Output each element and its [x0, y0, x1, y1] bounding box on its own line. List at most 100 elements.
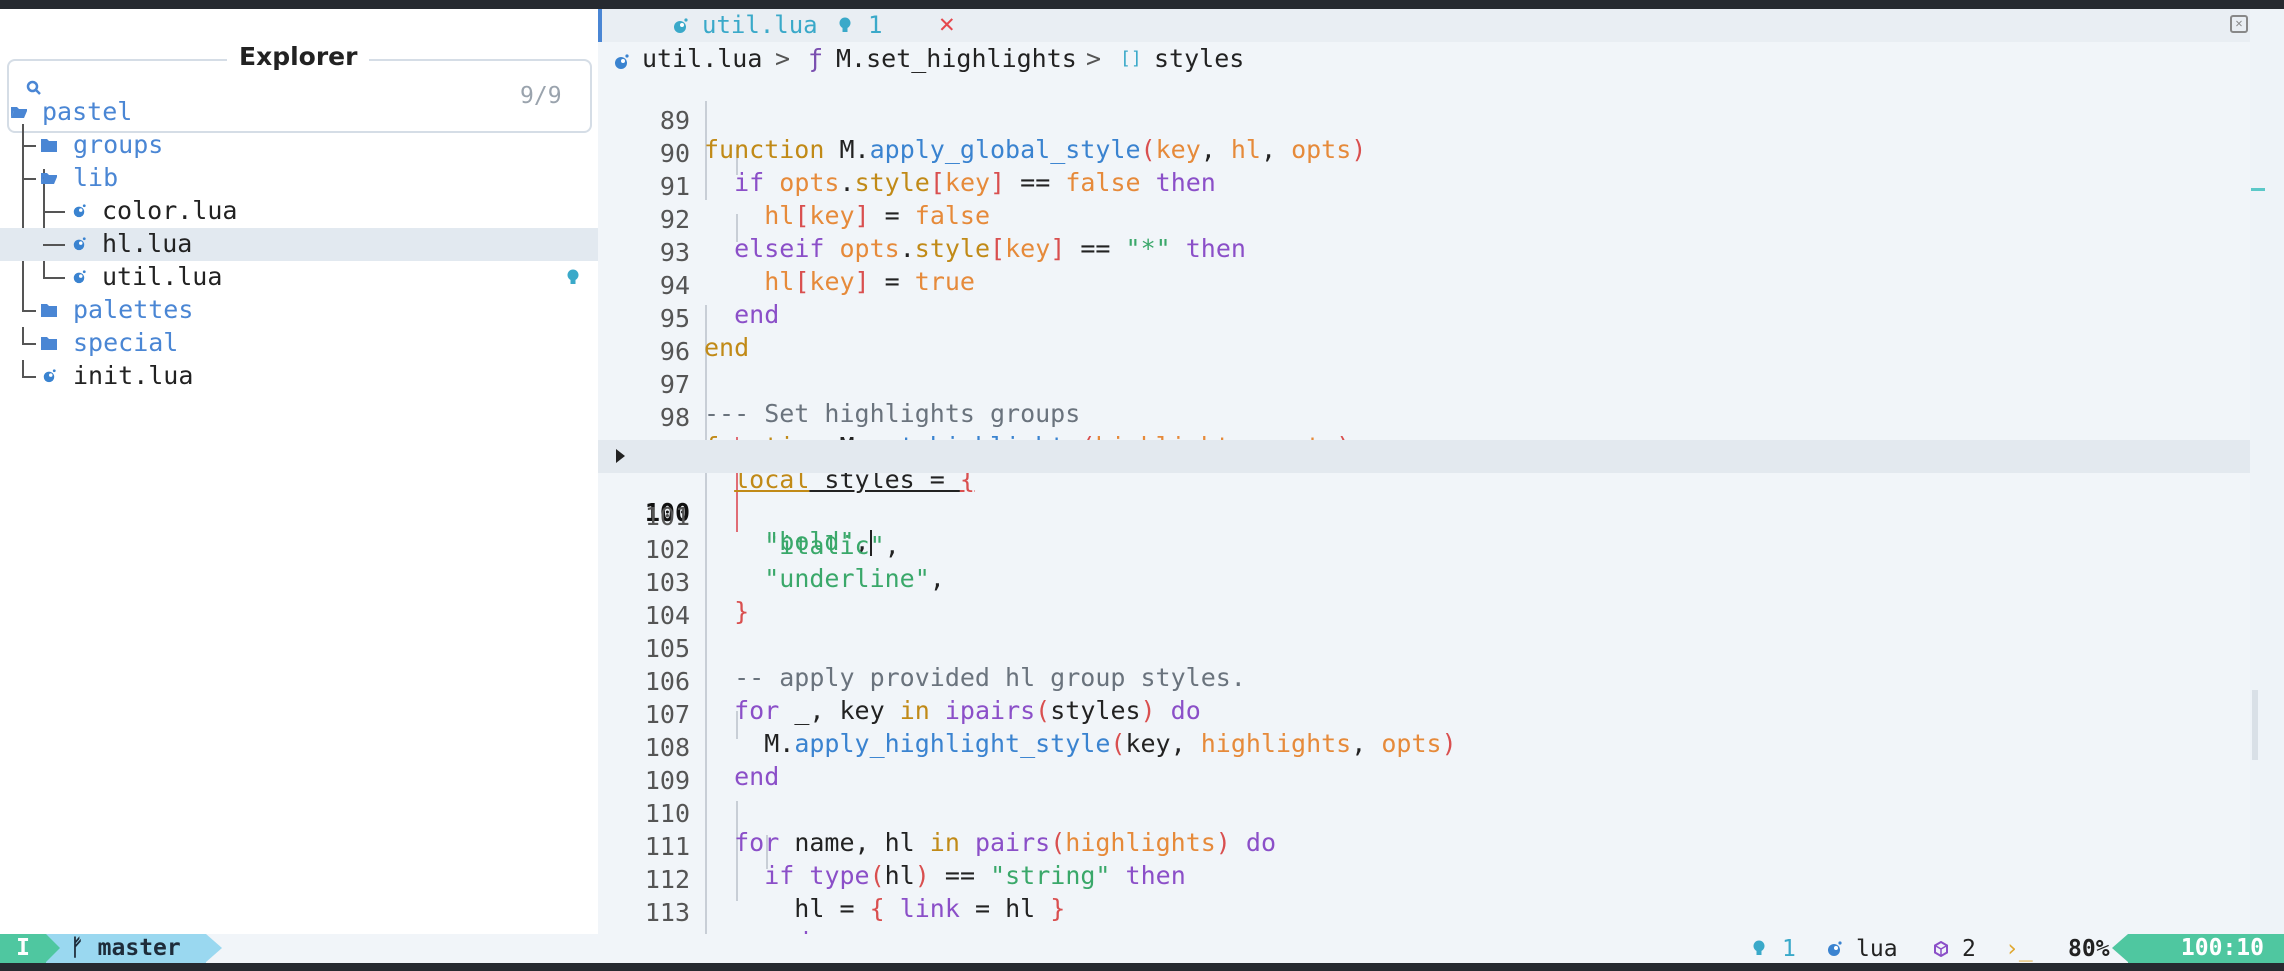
tree-item-color-lua[interactable]: color.lua: [0, 195, 598, 228]
breadcrumb-file[interactable]: util.lua: [642, 44, 762, 73]
folder-open-icon: [11, 107, 27, 118]
code-line[interactable]: 103 }: [598, 539, 2250, 626]
lua-file-icon: [73, 237, 86, 251]
filetype[interactable]: lua: [1856, 936, 1898, 962]
window-close-button[interactable]: ✕: [2230, 15, 2248, 33]
breadcrumb-function[interactable]: M.set_highlights: [836, 44, 1077, 73]
separator-arrow: [46, 934, 60, 962]
code-line[interactable]: 99 local styles = {: [598, 407, 2250, 494]
tab-close-button[interactable]: ✕: [939, 9, 955, 39]
code-line[interactable]: 111 if type(hl) == "string" then: [598, 803, 2250, 890]
tree-item-label: groups: [73, 130, 164, 159]
scrollbar[interactable]: [2250, 9, 2284, 934]
top-border: [0, 0, 2284, 9]
code-line[interactable]: 113 end: [598, 869, 2250, 956]
tree-item-special[interactable]: special: [0, 327, 598, 360]
hint-icon: [839, 17, 851, 32]
breadcrumb-variable[interactable]: styles: [1154, 44, 1244, 73]
breadcrumb: util.lua > ƒ M.set_highlights > [] style…: [598, 44, 1244, 77]
code-editor[interactable]: util.lua 1 ✕ ✕ util.lua > ƒ M.set_highli…: [598, 9, 2250, 960]
code-line[interactable]: 107 M.apply_highlight_style(key, highlig…: [598, 671, 2250, 758]
tree-guide: [22, 310, 36, 312]
function-icon: ƒ: [808, 44, 824, 73]
tree-guide: [22, 178, 36, 180]
folder-open-icon: [41, 173, 57, 184]
lua-file-icon: [674, 18, 688, 33]
tree-item-init-lua[interactable]: init.lua: [0, 360, 598, 393]
code-line[interactable]: 91 hl[key] = false: [598, 143, 2250, 230]
tree-item-label: palettes: [73, 295, 194, 324]
bottom-border: [0, 963, 2284, 971]
code-line[interactable]: 112 hl = { link = hl }: [598, 836, 2250, 923]
code-line[interactable]: 102 "underline",: [598, 506, 2250, 593]
tree-guide: [43, 277, 65, 279]
code-line[interactable]: 105 -- apply provided hl group styles.: [598, 605, 2250, 692]
tree-item-label: hl.lua: [102, 229, 193, 258]
code-line[interactable]: 95 end: [598, 275, 2250, 362]
code-line[interactable]: 92 elseif opts.style[key] == "*" then: [598, 176, 2250, 263]
tree-item-groups[interactable]: groups: [0, 129, 598, 162]
statusline: I ᚠ master 1 lua 2 ›_ 80% 100:10: [0, 934, 2284, 963]
code-line[interactable]: 90 if opts.style[key] == false then: [598, 110, 2250, 197]
tree-item-label: special: [73, 328, 179, 357]
lua-file-icon: [73, 204, 86, 218]
active-tab-marker: [598, 9, 602, 42]
hint-count[interactable]: 1: [1782, 936, 1796, 962]
tree-item-label: color.lua: [102, 196, 238, 225]
code-line[interactable]: 94 end: [598, 242, 2250, 329]
explorer-title: Explorer: [227, 42, 370, 71]
tree-item-label: init.lua: [73, 361, 194, 390]
cursor-position: 100:10: [2128, 934, 2284, 963]
code-line[interactable]: 96: [598, 308, 2250, 366]
array-icon: []: [1120, 48, 1142, 69]
tree-item-pastel[interactable]: pastel: [0, 96, 598, 129]
lsp-client-count[interactable]: 2: [1962, 936, 1976, 962]
tab-diagnostic-count: 1: [868, 11, 883, 39]
breadcrumb-separator: >: [1086, 44, 1102, 73]
tree-item-hl-lua[interactable]: hl.lua: [0, 228, 598, 261]
tree-guide: [22, 294, 24, 311]
git-branch[interactable]: ᚠ master: [46, 934, 206, 963]
tree-item-palettes[interactable]: palettes: [0, 294, 598, 327]
code-line[interactable]: 101 "italic",: [598, 473, 2250, 560]
code-line[interactable]: 106 for _, key in ipairs(styles) do: [598, 638, 2250, 725]
code-line[interactable]: 89 function M.apply_global_style(key, hl…: [598, 77, 2250, 164]
scrollbar-thumb[interactable]: [2252, 690, 2258, 760]
git-branch-label: master: [97, 935, 181, 961]
tree-guide: [22, 343, 36, 345]
code-line[interactable]: 104: [598, 572, 2250, 630]
code-line[interactable]: 110 for name, hl in pairs(highlights) do: [598, 770, 2250, 857]
fold-arrow-icon[interactable]: [616, 449, 625, 463]
file-explorer: Explorer 9/9 pastel groups lib color.lua…: [0, 9, 598, 934]
tree-item-lib[interactable]: lib: [0, 162, 598, 195]
scroll-percent: 80%: [2068, 936, 2110, 962]
code-line[interactable]: 109: [598, 737, 2250, 795]
git-branch-icon: ᚠ: [70, 935, 84, 961]
hint-icon: [1753, 940, 1765, 955]
lsp-icon: [1934, 941, 1948, 957]
code-line[interactable]: 93 hl[key] = true: [598, 209, 2250, 296]
lua-file-icon: [615, 54, 629, 69]
code-line[interactable]: 97 --- Set highlights groups: [598, 341, 2250, 428]
separator-arrow: [2112, 934, 2128, 962]
tree-guide: [43, 211, 65, 213]
code-line[interactable]: 98 function M.set_highlights(highlights,…: [598, 374, 2250, 461]
tabline: util.lua 1 ✕ ✕: [598, 9, 2250, 42]
tree-guide: [22, 360, 24, 377]
code-line-current[interactable]: 100 "bold",: [598, 440, 2250, 556]
breadcrumb-separator: >: [775, 44, 791, 73]
tree-item-util-lua[interactable]: util.lua: [0, 261, 598, 294]
lua-file-icon: [73, 270, 86, 284]
tab-label: util.lua: [702, 11, 818, 39]
code-line[interactable]: 108 end: [598, 704, 2250, 791]
tree-item-label: util.lua: [102, 262, 223, 291]
lua-file-icon: [1828, 941, 1842, 956]
code-line[interactable]: 114: [598, 902, 2250, 960]
folder-icon: [41, 139, 57, 152]
tree-item-label: pastel: [42, 97, 133, 126]
tree-guide: [22, 145, 36, 147]
tree-guide: [43, 244, 65, 246]
separator-arrow: [206, 934, 222, 962]
search-icon: [26, 80, 41, 95]
tree-guide: [43, 261, 45, 278]
